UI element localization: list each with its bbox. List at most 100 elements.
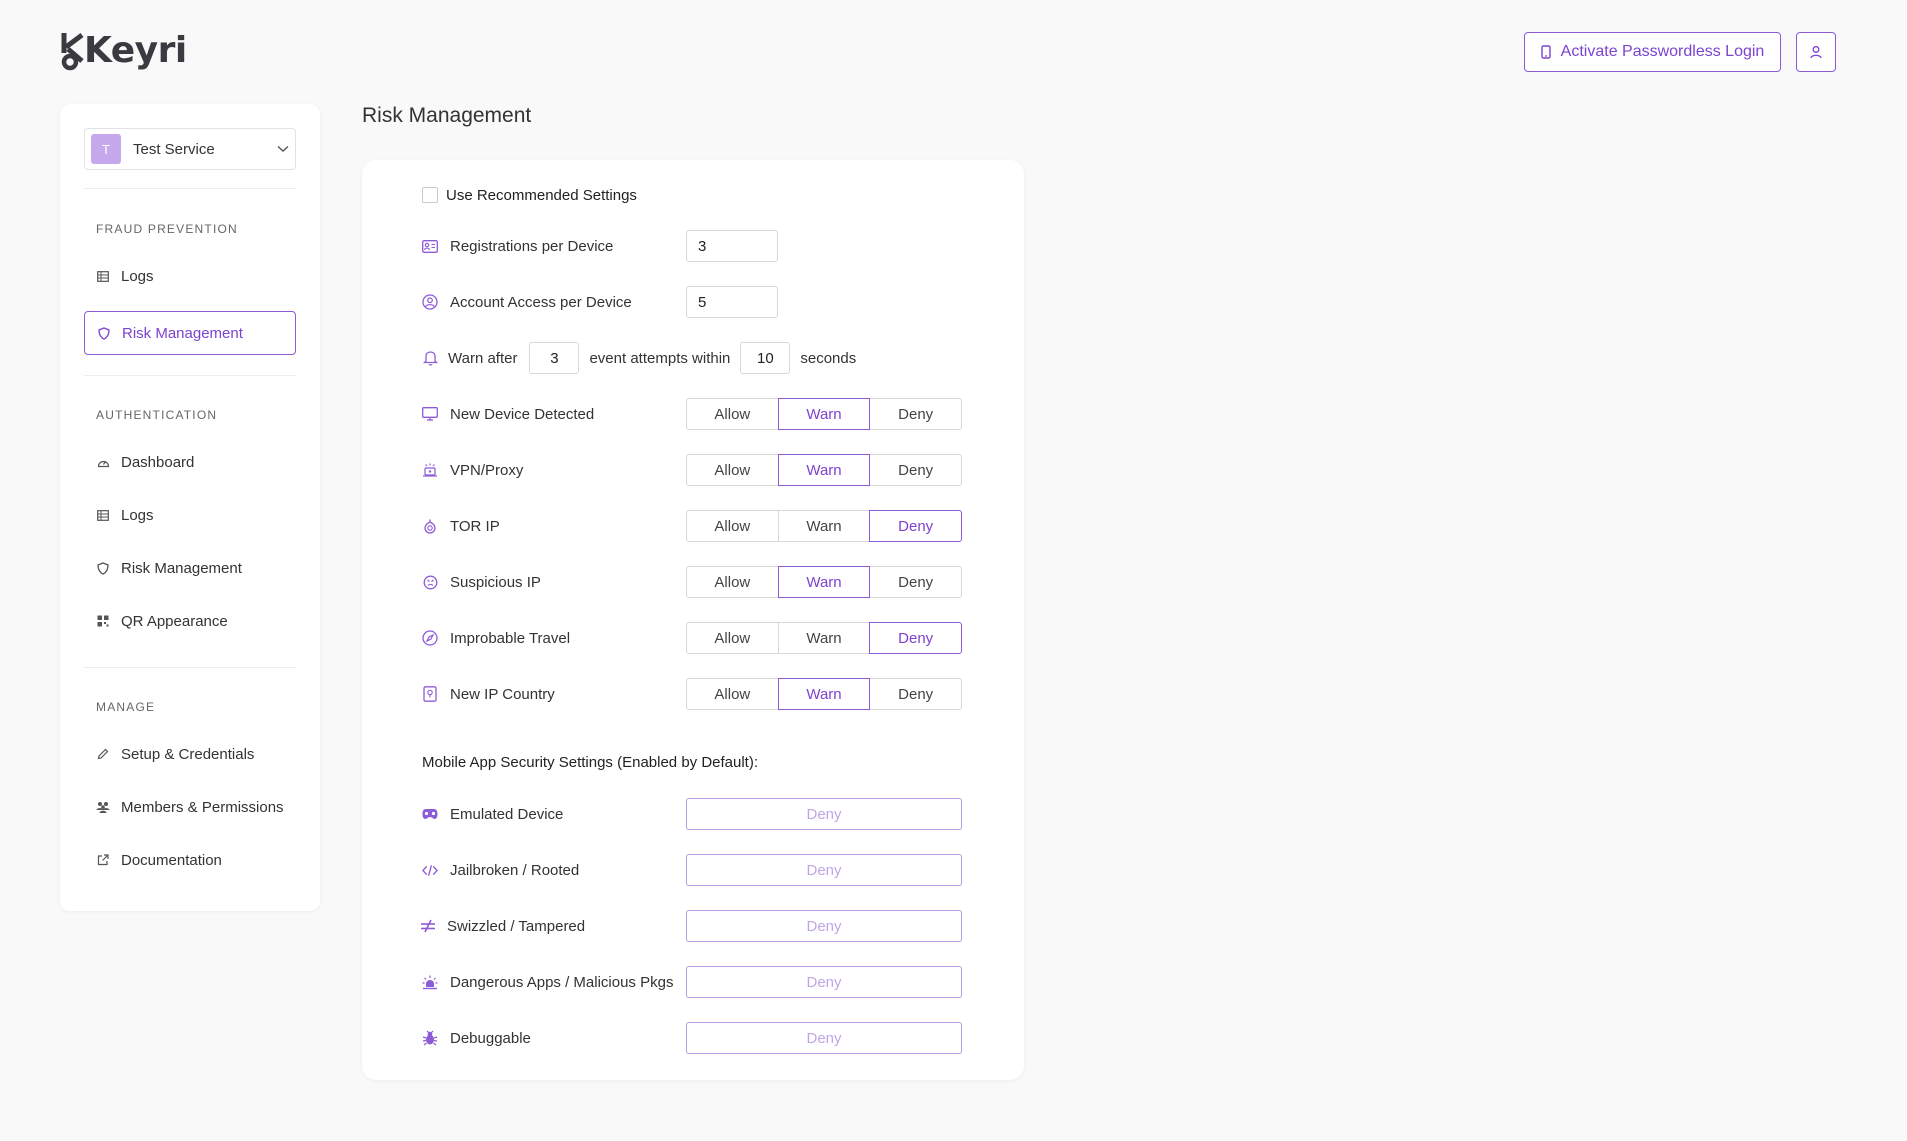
option-deny-button[interactable]: Deny xyxy=(869,454,963,486)
sidebar-item-label: Logs xyxy=(121,506,154,524)
profile-button[interactable] xyxy=(1796,32,1836,72)
mobile-jailbroken-row: Jailbroken / Rooted xyxy=(422,854,579,886)
sidebar-item-label: Risk Management xyxy=(122,324,243,342)
warn-attempts-input[interactable]: 3 xyxy=(529,342,580,374)
option-warn-button[interactable]: Warn xyxy=(777,622,871,654)
mobile-jailbroken-deny[interactable]: Deny xyxy=(686,854,962,886)
sidebar-item-setup-credentials[interactable]: Setup & Credentials xyxy=(84,732,296,776)
activate-label: Activate Passwordless Login xyxy=(1560,43,1765,60)
alert-face-icon xyxy=(423,575,437,589)
option-deny-button[interactable]: Deny xyxy=(869,398,963,430)
sidebar-item-dashboard[interactable]: Dashboard xyxy=(84,440,296,484)
option-warn-button[interactable]: Warn xyxy=(777,566,871,598)
key-logo-icon xyxy=(61,32,84,70)
rule-label: Suspicious IP xyxy=(450,573,541,591)
option-allow-button[interactable]: Allow xyxy=(686,510,779,542)
mobile-debuggable-row: Debuggable xyxy=(422,1022,531,1054)
warn-seconds-input[interactable]: 10 xyxy=(740,342,791,374)
recommended-settings-label: Use Recommended Settings xyxy=(446,186,637,204)
option-allow-button[interactable]: Allow xyxy=(686,566,779,598)
account-access-label: Account Access per Device xyxy=(450,293,632,311)
mobile-swizzled-deny[interactable]: Deny xyxy=(686,910,962,942)
option-allow-button[interactable]: Allow xyxy=(686,398,779,430)
tor-icon xyxy=(424,519,436,534)
option-deny-button[interactable]: Deny xyxy=(869,510,963,542)
qr-icon xyxy=(97,615,109,627)
sidebar-item-label: Documentation xyxy=(121,851,222,869)
shield-icon xyxy=(97,561,109,575)
page-title: Risk Management xyxy=(362,104,532,127)
sidebar-item-label: Logs xyxy=(121,267,154,285)
mobile-rule-label: Jailbroken / Rooted xyxy=(450,861,580,879)
sidebar-item-members-permissions[interactable]: Members & Permissions xyxy=(84,785,296,829)
sidebar-item-label: Dashboard xyxy=(121,453,195,471)
sidebar-item-label: Setup & Credentials xyxy=(121,745,255,763)
option-allow-button[interactable]: Allow xyxy=(686,622,779,654)
phone-icon xyxy=(1540,45,1551,59)
option-deny-button[interactable]: Deny xyxy=(869,678,963,710)
mobile-swizzled-row: Swizzled / Tampered xyxy=(420,910,585,942)
gamepad-icon xyxy=(422,809,438,819)
id-card-icon xyxy=(422,239,438,253)
table-icon xyxy=(97,270,109,282)
option-deny-button[interactable]: Deny xyxy=(869,566,963,598)
mobile-dangerous-apps-deny[interactable]: Deny xyxy=(686,966,962,998)
sidebar-item-fraud-logs[interactable]: Logs xyxy=(84,254,296,298)
user-circle-icon xyxy=(422,294,438,310)
sidebar-divider xyxy=(84,667,296,668)
account-access-input[interactable]: 5 xyxy=(686,286,778,318)
option-warn-button[interactable]: Warn xyxy=(777,678,871,710)
not-equal-icon xyxy=(421,919,435,933)
rule-improbable-travel-options: Allow Warn Deny xyxy=(686,622,963,654)
recommended-settings-checkbox[interactable] xyxy=(422,187,438,203)
rule-label: TOR IP xyxy=(450,517,500,535)
siren-icon xyxy=(422,975,438,989)
sidebar-divider xyxy=(84,375,296,376)
registrations-input[interactable]: 3 xyxy=(686,230,778,262)
option-warn-button[interactable]: Warn xyxy=(777,398,871,430)
registrations-label: Registrations per Device xyxy=(450,237,614,255)
rule-label: Improbable Travel xyxy=(450,629,571,647)
option-allow-button[interactable]: Allow xyxy=(686,454,779,486)
user-icon xyxy=(1810,46,1822,59)
sidebar-item-label: Members & Permissions xyxy=(121,798,284,816)
rule-label: VPN/Proxy xyxy=(450,461,524,479)
chevron-down-icon xyxy=(277,145,289,152)
compass-icon xyxy=(422,630,438,646)
rule-tor-ip-row: TOR IP xyxy=(422,510,500,542)
sidebar-item-documentation[interactable]: Documentation xyxy=(84,838,296,882)
rule-new-ip-country-options: Allow Warn Deny xyxy=(686,678,963,710)
keyri-logo[interactable]: Keyri xyxy=(60,30,187,71)
table-icon xyxy=(97,509,109,521)
rule-label: New IP Country xyxy=(450,685,555,703)
service-select[interactable]: T Test Service xyxy=(84,128,296,170)
option-allow-button[interactable]: Allow xyxy=(686,678,779,710)
sidebar-item-auth-risk-management[interactable]: Risk Management xyxy=(84,546,296,590)
mobile-emulated-deny[interactable]: Deny xyxy=(686,798,962,830)
rule-suspicious-ip-options: Allow Warn Deny xyxy=(686,566,963,598)
warn-suffix: seconds xyxy=(800,349,857,367)
mobile-debuggable-deny[interactable]: Deny xyxy=(686,1022,962,1054)
service-name: Test Service xyxy=(133,140,215,158)
bell-icon xyxy=(422,351,438,366)
rule-suspicious-ip-row: Suspicious IP xyxy=(422,566,541,598)
activate-passwordless-button[interactable]: Activate Passwordless Login xyxy=(1524,32,1781,72)
rule-new-device-row: New Device Detected xyxy=(422,398,594,430)
sidebar-item-fraud-risk-management[interactable]: Risk Management xyxy=(84,311,296,355)
rule-tor-ip-options: Allow Warn Deny xyxy=(686,510,963,542)
rule-vpn-proxy-options: Allow Warn Deny xyxy=(686,454,963,486)
service-avatar: T xyxy=(91,134,121,164)
mobile-rule-label: Emulated Device xyxy=(450,805,564,823)
map-pin-icon xyxy=(423,686,437,702)
external-link-icon xyxy=(97,854,109,866)
option-warn-button[interactable]: Warn xyxy=(777,454,871,486)
monitor-icon xyxy=(422,407,438,421)
option-warn-button[interactable]: Warn xyxy=(777,510,871,542)
option-deny-button[interactable]: Deny xyxy=(869,622,963,654)
mobile-rule-label: Swizzled / Tampered xyxy=(447,917,586,935)
code-icon xyxy=(422,864,438,876)
sidebar-divider xyxy=(84,188,296,189)
users-icon xyxy=(96,802,110,813)
sidebar-item-auth-logs[interactable]: Logs xyxy=(84,493,296,537)
sidebar-item-qr-appearance[interactable]: QR Appearance xyxy=(84,599,296,643)
